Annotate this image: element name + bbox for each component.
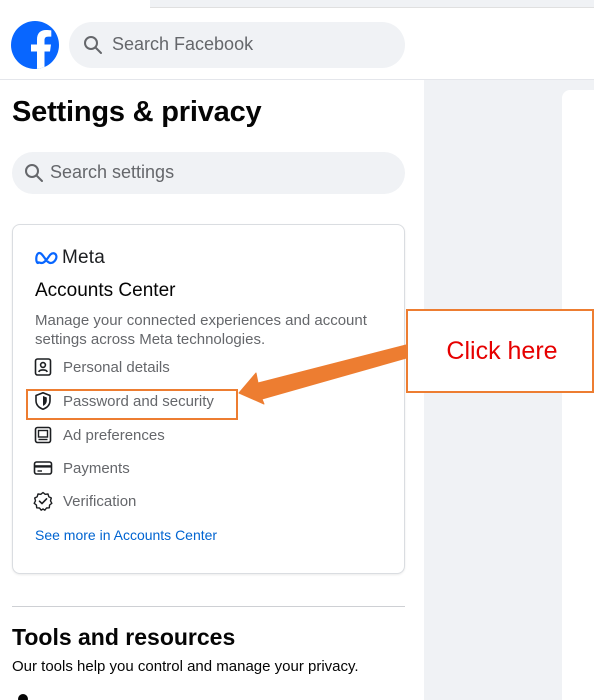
credit-card-icon <box>33 458 53 478</box>
accounts-center-description: Manage your connected experiences and ac… <box>35 312 367 348</box>
accounts-item-personal-details[interactable]: Personal details <box>33 354 170 380</box>
settings-search-input[interactable]: Search settings <box>12 152 405 194</box>
search-placeholder: Search Facebook <box>112 34 254 54</box>
section-divider <box>12 606 405 607</box>
callout-text: Click here <box>446 337 558 365</box>
accounts-item-label: Personal details <box>63 358 170 376</box>
accounts-item-ad-preferences[interactable]: Ad preferences <box>33 422 165 448</box>
accounts-item-label: Ad preferences <box>63 426 165 444</box>
click-here-callout: Click here <box>406 309 594 393</box>
monitor-icon <box>33 425 53 445</box>
search-icon <box>24 163 44 183</box>
tools-section-description: Our tools help you control and manage yo… <box>12 658 359 675</box>
main-content-card <box>562 90 594 700</box>
page-title: Settings & privacy <box>12 96 262 128</box>
accounts-item-verification[interactable]: Verification <box>33 488 136 514</box>
accounts-center-title: Accounts Center <box>35 280 176 301</box>
highlight-box <box>26 389 238 420</box>
meta-infinity-icon <box>35 251 58 265</box>
settings-search-placeholder: Search settings <box>50 162 175 182</box>
facebook-logo-icon[interactable] <box>11 21 59 69</box>
tools-section-title: Tools and resources <box>12 624 236 650</box>
meta-brand-text: Meta <box>62 247 106 268</box>
facebook-search-input[interactable]: Search Facebook <box>69 22 405 68</box>
meta-logo: Meta <box>35 247 105 269</box>
next-item-icon <box>18 694 28 700</box>
accounts-item-label: Payments <box>63 459 130 477</box>
id-card-icon <box>33 357 53 377</box>
accounts-item-label: Verification <box>63 492 137 510</box>
see-more-accounts-center-link[interactable]: See more in Accounts Center <box>35 527 217 543</box>
check-badge-icon <box>33 491 53 511</box>
browser-strip <box>150 0 594 8</box>
search-icon <box>83 35 103 55</box>
accounts-item-payments[interactable]: Payments <box>33 455 130 481</box>
